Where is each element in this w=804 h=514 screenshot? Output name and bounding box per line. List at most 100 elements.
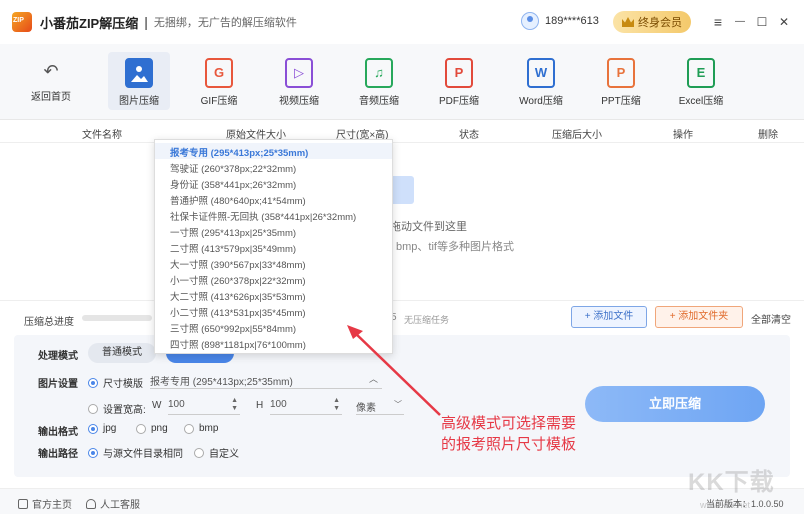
radio-dot <box>88 447 98 458</box>
dropdown-item[interactable]: 小二寸照 (413*531px|35*45mm) <box>170 305 306 319</box>
add-file-button[interactable]: + 添加文件 <box>571 306 647 328</box>
maximize-button[interactable]: ☐ <box>754 14 770 30</box>
support-link[interactable]: 人工客服 <box>86 496 140 511</box>
format-jpg-radio[interactable]: jpg <box>88 423 116 434</box>
ppt-icon: P <box>607 58 635 88</box>
tool-gif-compress[interactable]: G GIF压缩 <box>188 52 250 110</box>
tool-ppt-compress[interactable]: P PPT压缩 <box>590 52 652 110</box>
radio-dot <box>194 447 204 458</box>
file-drop-area[interactable]: 拖动文件到这里 bmp、tif等多种图片格式 <box>0 143 804 298</box>
format-bmp-label: bmp <box>199 423 219 434</box>
tool-image-compress[interactable]: 图片压缩 <box>108 52 170 110</box>
add-folder-button[interactable]: + 添加文件夹 <box>655 306 743 328</box>
h-label: H <box>256 400 264 411</box>
clear-all-button[interactable]: 全部清空 <box>751 311 791 326</box>
dropdown-item[interactable]: 驾驶证 (260*378px;22*32mm) <box>170 161 296 175</box>
progress-label: 压缩总进度 <box>24 317 74 328</box>
back-home-label: 返回首页 <box>31 92 71 103</box>
annotation-arrow <box>347 325 441 416</box>
path-custom-radio[interactable]: 自定义 <box>194 445 239 460</box>
user-account[interactable]: 189****613 <box>521 12 599 30</box>
dropdown-item[interactable]: 小一寸照 (260*378px|22*32mm) <box>170 273 306 287</box>
dropdown-item[interactable]: 一寸照 (295*413px|25*35mm) <box>170 225 296 239</box>
tool-audio-compress[interactable]: ♫ 音频压缩 <box>348 52 410 110</box>
dropdown-item[interactable]: 大一寸照 (390*567px|33*48mm) <box>170 257 306 271</box>
image-settings-label: 图片设置 <box>38 379 78 390</box>
template-value: 报考专用 (295*413px;25*35mm) <box>150 377 293 388</box>
app-slogan: 无捆绑，无广告的解压缩软件 <box>153 17 297 29</box>
set-wh-radio[interactable]: 设置宽高: <box>88 401 146 416</box>
word-icon: W <box>527 58 555 88</box>
tool-pdf-compress[interactable]: P PDF压缩 <box>428 52 490 110</box>
stepper-icon[interactable]: ▲ ▼ <box>333 397 340 413</box>
size-template-radio[interactable]: 尺寸模版 <box>88 375 143 390</box>
tool-label: Excel压缩 <box>678 96 724 107</box>
height-input[interactable]: 100 ▲ ▼ <box>270 397 342 415</box>
format-jpg-label: jpg <box>103 423 117 434</box>
width-input[interactable]: 100 ▲ ▼ <box>168 397 240 415</box>
dropdown-item[interactable]: 普通护照 (480*640px;41*54mm) <box>170 193 306 207</box>
dropdown-item[interactable]: 报考专用 (295*413px;25*35mm) <box>170 145 308 159</box>
title-bar: 小番茄ZIP解压缩 | 无捆绑，无广告的解压缩软件 189****613 终身会… <box>0 0 804 44</box>
path-same-label: 与源文件目录相同 <box>103 449 183 460</box>
drop-hint: 拖动文件到这里 <box>390 221 467 233</box>
progress-bar <box>82 315 152 321</box>
back-home-button[interactable]: ↶ 返回首页 <box>20 52 82 110</box>
height-value: 100 <box>270 399 287 410</box>
path-same-radio[interactable]: 与源文件目录相同 <box>88 445 183 460</box>
format-png-radio[interactable]: png <box>136 423 168 434</box>
start-compress-button[interactable]: 立即压缩 <box>585 386 765 422</box>
tool-word-compress[interactable]: W Word压缩 <box>510 52 572 110</box>
minimize-button[interactable]: — <box>732 14 748 30</box>
dropdown-item[interactable]: 社保卡证件照-无回执 (358*441px|26*32mm) <box>170 209 356 223</box>
excel-icon: E <box>687 58 715 88</box>
vip-button[interactable]: 终身会员 <box>613 11 691 33</box>
pdf-icon: P <box>445 58 473 88</box>
app-name: 小番茄ZIP解压缩 <box>40 15 139 31</box>
tool-excel-compress[interactable]: E Excel压缩 <box>670 52 732 110</box>
mode-normal-button[interactable]: 普通模式 <box>88 343 156 363</box>
size-template-label: 尺寸模版 <box>103 379 143 390</box>
col-compressed-size: 压缩后大小 <box>552 130 602 141</box>
watermark-url: www.kkx.net <box>700 500 751 510</box>
tool-video-compress[interactable]: ▷ 视频压缩 <box>268 52 330 110</box>
stepper-icon[interactable]: ▲ ▼ <box>231 397 238 413</box>
drop-formats: bmp、tif等多种图片格式 <box>396 241 514 253</box>
width-value: 100 <box>168 399 185 410</box>
radio-dot <box>136 423 146 434</box>
format-bmp-radio[interactable]: bmp <box>184 423 218 434</box>
homepage-link[interactable]: 官方主页 <box>18 496 72 511</box>
tool-label: PPT压缩 <box>601 96 641 107</box>
dropdown-item[interactable]: 身份证 (358*441px;26*32mm) <box>170 177 296 191</box>
support-label: 人工客服 <box>100 500 140 511</box>
tool-label: Word压缩 <box>519 96 563 107</box>
vip-label: 终身会员 <box>638 17 682 29</box>
radio-dot <box>88 423 98 434</box>
image-icon <box>125 58 153 88</box>
user-phone: 189****613 <box>545 15 599 27</box>
tool-label: GIF压缩 <box>200 96 238 107</box>
path-custom-label: 自定义 <box>209 449 239 460</box>
headset-icon <box>86 498 96 509</box>
format-png-label: png <box>151 423 168 434</box>
back-arrow-icon: ↶ <box>43 61 59 81</box>
dropdown-item[interactable]: 大二寸照 (413*626px|35*53mm) <box>170 289 306 303</box>
annotation-text: 高级模式可选择需要 的报考照片尺寸模板 <box>441 413 576 455</box>
col-delete: 删除 <box>758 130 778 141</box>
output-path-label: 输出路径 <box>38 449 78 460</box>
annotation-line1: 高级模式可选择需要 <box>441 415 577 432</box>
tool-label: PDF压缩 <box>439 96 479 107</box>
radio-dot <box>184 423 194 434</box>
dropdown-item[interactable]: 四寸照 (898*1181px|76*100mm) <box>170 337 306 351</box>
col-actions: 操作 <box>673 130 693 141</box>
watermark-logo: KK下载 <box>688 469 775 496</box>
template-dropdown[interactable]: 报考专用 (295*413px;25*35mm) 驾驶证 (260*378px;… <box>154 139 393 354</box>
crown-icon <box>622 17 634 27</box>
dropdown-item[interactable]: 三寸照 (650*992px|55*84mm) <box>170 321 296 335</box>
menu-icon[interactable]: ≡ <box>710 14 726 30</box>
close-button[interactable]: ✕ <box>776 14 792 30</box>
dropdown-item[interactable]: 二寸照 (413*579px|35*49mm) <box>170 241 296 255</box>
col-file-name: 文件名称 <box>82 130 122 141</box>
tool-label: 视频压缩 <box>279 96 319 107</box>
footer: 官方主页 人工客服 当前版本：1.0.0.50 <box>0 488 804 514</box>
